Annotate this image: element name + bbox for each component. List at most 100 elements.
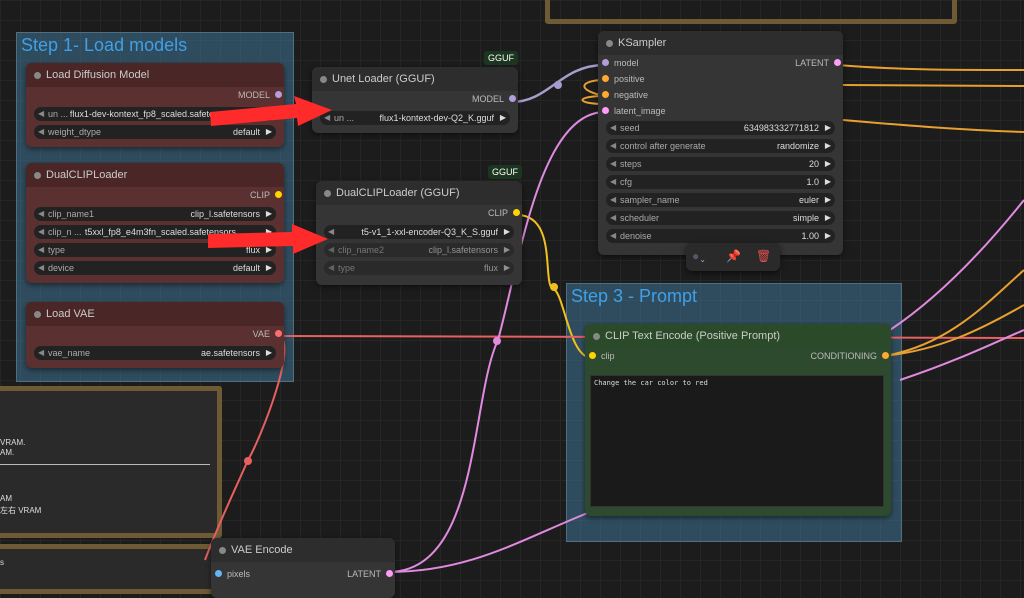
- arrow-left-icon[interactable]: ◀: [38, 243, 44, 257]
- collapse-dot-icon[interactable]: [320, 76, 327, 83]
- output-clip[interactable]: CLIP: [26, 187, 284, 203]
- output-port-icon[interactable]: [275, 191, 282, 198]
- input-port-icon[interactable]: [602, 91, 609, 98]
- collapse-dot-icon[interactable]: [606, 40, 613, 47]
- output-port-icon[interactable]: [834, 59, 841, 66]
- cfg-widget[interactable]: ◀ cfg 1.0 ▶: [606, 175, 835, 189]
- arrow-left-icon[interactable]: ◀: [610, 139, 616, 153]
- load-vae-node[interactable]: Load VAE VAE ◀ vae_name ae.safetensors ▶: [26, 302, 284, 368]
- type-widget[interactable]: ◀ type flux ▶: [34, 243, 276, 257]
- arrow-right-icon[interactable]: ▶: [825, 193, 831, 207]
- color-picker-icon[interactable]: ● ⌄: [692, 249, 706, 264]
- collapse-dot-icon[interactable]: [34, 172, 41, 179]
- arrow-left-icon[interactable]: ◀: [610, 229, 616, 243]
- arrow-left-icon[interactable]: ◀: [38, 346, 44, 360]
- clip-name2-widget[interactable]: ◀ clip_n ... t5xxl_fp8_e4m3fn_scaled.safet…: [34, 225, 276, 239]
- denoise-widget[interactable]: ◀ denoise 1.00 ▶: [606, 229, 835, 243]
- unet-loader-gguf-node[interactable]: GGUF Unet Loader (GGUF) MODEL ◀ un ... flu…: [312, 51, 518, 133]
- arrow-right-icon[interactable]: ▶: [825, 121, 831, 135]
- arrow-right-icon[interactable]: ▶: [825, 139, 831, 153]
- sampler-name-widget[interactable]: ◀ sampler_name euler ▶: [606, 193, 835, 207]
- output-port-icon[interactable]: [386, 570, 393, 577]
- output-vae[interactable]: VAE: [26, 326, 284, 342]
- output-port-icon[interactable]: [275, 330, 282, 337]
- arrow-right-icon[interactable]: ▶: [504, 261, 510, 275]
- arrow-right-icon[interactable]: ▶: [504, 243, 510, 257]
- input-port-icon[interactable]: [602, 59, 609, 66]
- control-after-generate-widget[interactable]: ◀ control after generate randomize ▶: [606, 139, 835, 153]
- clip-name1-widget[interactable]: ◀ t5-v1_1-xxl-encoder-Q3_K_S.gguf ▶: [324, 225, 514, 239]
- output-model[interactable]: MODEL: [312, 91, 518, 107]
- arrow-right-icon[interactable]: ▶: [266, 207, 272, 221]
- dualcliploader-node[interactable]: DualCLIPLoader CLIP ◀ clip_name1 clip_l.sa…: [26, 163, 284, 283]
- node-header[interactable]: CLIP Text Encode (Positive Prompt): [585, 324, 891, 348]
- node-header[interactable]: DualCLIPLoader (GGUF): [316, 181, 522, 205]
- unet-name-widget[interactable]: ◀ un ... flux1-kontext-dev-Q2_K.gguf ▶: [320, 111, 510, 125]
- arrow-right-icon[interactable]: ▶: [825, 229, 831, 243]
- arrow-right-icon[interactable]: ▶: [266, 243, 272, 257]
- arrow-left-icon[interactable]: ◀: [610, 121, 616, 135]
- arrow-right-icon[interactable]: ▶: [825, 211, 831, 225]
- vae-name-widget[interactable]: ◀ vae_name ae.safetensors ▶: [34, 346, 276, 360]
- arrow-left-icon[interactable]: ◀: [38, 261, 44, 275]
- input-port-icon[interactable]: [602, 75, 609, 82]
- arrow-left-icon[interactable]: ◀: [328, 243, 334, 257]
- arrow-left-icon[interactable]: ◀: [328, 261, 334, 275]
- collapse-dot-icon[interactable]: [219, 547, 226, 554]
- dualcliploader-gguf-node[interactable]: GGUF DualCLIPLoader (GGUF) CLIP ◀ t5-v1_1…: [316, 165, 522, 285]
- vae-encode-node[interactable]: VAE Encode pixels LATENT: [211, 538, 395, 598]
- scheduler-widget[interactable]: ◀ scheduler simple ▶: [606, 211, 835, 225]
- unet-name-widget[interactable]: ◀ un ... flux1-dev-kontext_fp8_scaled.safe…: [34, 107, 276, 121]
- arrow-left-icon[interactable]: ◀: [38, 125, 44, 139]
- arrow-left-icon[interactable]: ◀: [38, 107, 44, 121]
- collapse-dot-icon[interactable]: [34, 72, 41, 79]
- arrow-left-icon[interactable]: ◀: [38, 207, 44, 221]
- collapse-dot-icon[interactable]: [324, 190, 331, 197]
- output-latent[interactable]: LATENT: [301, 566, 395, 582]
- node-header[interactable]: Unet Loader (GGUF): [312, 67, 518, 91]
- input-port-icon[interactable]: [602, 107, 609, 114]
- input-port-icon[interactable]: [215, 570, 222, 577]
- arrow-right-icon[interactable]: ▶: [266, 346, 272, 360]
- arrow-left-icon[interactable]: ◀: [610, 175, 616, 189]
- load-diffusion-model-node[interactable]: Load Diffusion Model MODEL ◀ un ... flux1-…: [26, 63, 284, 147]
- arrow-left-icon[interactable]: ◀: [38, 225, 44, 239]
- arrow-right-icon[interactable]: ▶: [266, 261, 272, 275]
- type-widget[interactable]: ◀ type flux ▶: [324, 261, 514, 275]
- node-header[interactable]: Load Diffusion Model: [26, 63, 284, 87]
- arrow-left-icon[interactable]: ◀: [610, 211, 616, 225]
- input-latent-image[interactable]: latent_image: [598, 103, 843, 119]
- arrow-left-icon[interactable]: ◀: [324, 111, 330, 125]
- arrow-right-icon[interactable]: ▶: [266, 225, 272, 239]
- seed-widget[interactable]: ◀ seed 634983332771812 ▶: [606, 121, 835, 135]
- node-header[interactable]: VAE Encode: [211, 538, 395, 562]
- output-port-icon[interactable]: [882, 352, 889, 359]
- output-clip[interactable]: CLIP: [316, 205, 522, 221]
- collapse-dot-icon[interactable]: [34, 311, 41, 318]
- collapse-dot-icon[interactable]: [593, 333, 600, 340]
- arrow-left-icon[interactable]: ◀: [610, 157, 616, 171]
- arrow-right-icon[interactable]: ▶: [504, 225, 510, 239]
- weight-dtype-widget[interactable]: ◀ weight_dtype default ▶: [34, 125, 276, 139]
- input-port-icon[interactable]: [589, 352, 596, 359]
- input-positive[interactable]: positive: [598, 71, 843, 87]
- node-header[interactable]: Load VAE: [26, 302, 284, 326]
- output-port-icon[interactable]: [509, 95, 516, 102]
- output-latent[interactable]: LATENT: [729, 55, 843, 71]
- clip-name2-widget[interactable]: ◀ clip_name2 clip_l.safetensors ▶: [324, 243, 514, 257]
- output-port-icon[interactable]: [513, 209, 520, 216]
- steps-widget[interactable]: ◀ steps 20 ▶: [606, 157, 835, 171]
- output-model[interactable]: MODEL: [26, 87, 284, 103]
- delete-icon[interactable]: 🗑: [756, 249, 771, 263]
- clip-name1-widget[interactable]: ◀ clip_name1 clip_l.safetensors ▶: [34, 207, 276, 221]
- output-port-icon[interactable]: [275, 91, 282, 98]
- arrow-left-icon[interactable]: ◀: [328, 225, 334, 239]
- arrow-right-icon[interactable]: ▶: [266, 125, 272, 139]
- arrow-right-icon[interactable]: ▶: [825, 175, 831, 189]
- node-header[interactable]: DualCLIPLoader: [26, 163, 284, 187]
- prompt-textarea[interactable]: Change the car color to red: [590, 375, 884, 507]
- device-widget[interactable]: ◀ device default ▶: [34, 261, 276, 275]
- pin-icon[interactable]: 📌: [726, 249, 741, 263]
- input-negative[interactable]: negative: [598, 87, 843, 103]
- ksampler-node[interactable]: KSampler model positive negative latent_…: [598, 31, 843, 255]
